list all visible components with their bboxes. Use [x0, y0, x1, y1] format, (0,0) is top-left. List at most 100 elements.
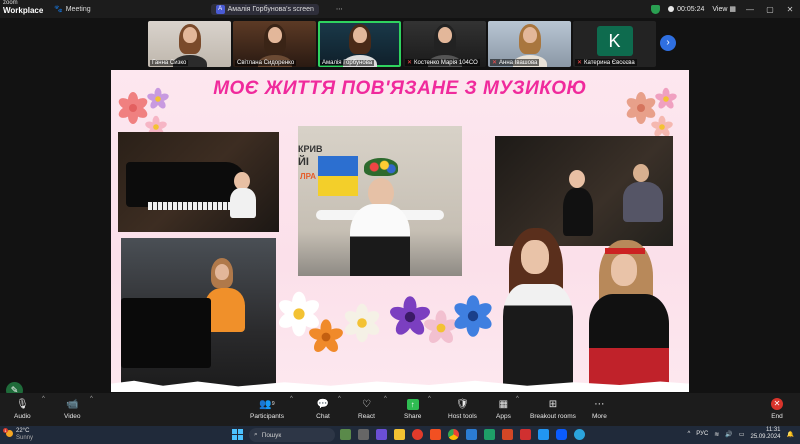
- maps-app-icon[interactable]: [412, 429, 423, 440]
- participant-name-text: Ганна Сизко: [152, 60, 187, 66]
- singer-left: [495, 220, 585, 392]
- search-placeholder: Пошук: [261, 431, 282, 439]
- breakout-rooms-button[interactable]: ⊞ Breakout rooms: [530, 398, 576, 421]
- maximize-icon[interactable]: ▢: [764, 5, 776, 14]
- view-button[interactable]: View ▦: [712, 5, 736, 13]
- singer-outfit: [589, 294, 669, 392]
- windows-start-icon[interactable]: [232, 429, 243, 440]
- apps-button[interactable]: ▦ Apps: [496, 398, 511, 421]
- meeting-controls-toolbar: 🎙 Audio ^ 📹 Video ^ 👥 9 Participants ^ 💬 …: [0, 393, 800, 426]
- chat-options-caret[interactable]: ^: [338, 396, 341, 402]
- participant-tile[interactable]: ✕ Костенко Марія 104СО: [403, 21, 486, 67]
- participant-face: [437, 27, 452, 43]
- chevron-up-icon[interactable]: ^: [687, 431, 690, 437]
- close-icon[interactable]: ✕: [784, 5, 796, 14]
- flower-decoration: [654, 87, 678, 111]
- singer-face: [611, 254, 637, 286]
- share-screen-icon: ↑: [406, 398, 419, 410]
- child-figure: [569, 170, 585, 188]
- participant-face: [182, 27, 197, 43]
- speaker-icon[interactable]: 🔊: [725, 431, 732, 438]
- battery-icon[interactable]: ▭: [739, 431, 745, 438]
- share-options-caret[interactable]: ^: [428, 396, 431, 402]
- file-explorer-icon[interactable]: [394, 429, 405, 440]
- participant-face: [352, 27, 367, 43]
- chat-button[interactable]: 💬 Chat: [316, 398, 330, 421]
- react-options-caret[interactable]: ^: [384, 396, 387, 402]
- security-shield-icon[interactable]: [651, 4, 661, 14]
- singer-face: [521, 240, 549, 274]
- host-tools-button[interactable]: 🛡 Host tools: [448, 398, 477, 421]
- meeting-menu[interactable]: 🐾 Meeting: [54, 5, 91, 14]
- notification-bell-icon[interactable]: 🔔: [787, 431, 794, 438]
- pdf-reader-icon[interactable]: [520, 429, 531, 440]
- taskbar-clock[interactable]: 11:31 25.09.2024: [750, 427, 780, 441]
- flower-decoration: [650, 115, 674, 139]
- participant-tile-active[interactable]: Амалія Горбунова: [318, 21, 401, 67]
- edge-browser-icon[interactable]: [484, 429, 495, 440]
- end-meeting-button[interactable]: ✕ End: [770, 398, 784, 420]
- chat-bubble-icon: 💬: [316, 398, 330, 410]
- chrome-browser-icon[interactable]: [448, 429, 459, 440]
- task-view-icon[interactable]: [358, 429, 369, 440]
- telegram-app-icon[interactable]: [574, 429, 585, 440]
- more-button[interactable]: ⋯ More: [592, 398, 607, 421]
- singer-headband: [605, 248, 645, 254]
- word-app-icon[interactable]: [466, 429, 477, 440]
- muted-mic-icon: ✕: [492, 60, 498, 66]
- share-label: Share: [404, 413, 422, 420]
- participants-button[interactable]: 👥 9 Participants: [250, 398, 284, 421]
- photo-child-at-piano: [118, 132, 279, 232]
- zoom-app-icon[interactable]: [556, 429, 567, 440]
- screen-share-indicator[interactable]: A Амалія Горбунова's screen ⋯: [210, 3, 343, 15]
- more-label: More: [592, 413, 607, 420]
- taskbar-search[interactable]: ⌕ Пошук: [249, 428, 335, 442]
- end-label: End: [771, 413, 783, 420]
- audio-button[interactable]: 🎙 Audio: [14, 398, 31, 421]
- girl-face: [215, 264, 229, 280]
- office-app-icon[interactable]: [430, 429, 441, 440]
- participants-options-caret[interactable]: ^: [290, 396, 293, 402]
- photo-stage-performance: КРИВ ЙІ ЛРА: [298, 126, 462, 276]
- host-tools-label: Host tools: [448, 413, 477, 420]
- photos-app-icon[interactable]: [538, 429, 549, 440]
- weather-widget[interactable]: 1 22°C Sunny: [3, 428, 33, 442]
- video-button[interactable]: 📹 Video: [64, 398, 81, 421]
- next-page-arrow-icon[interactable]: ›: [660, 35, 676, 51]
- react-button[interactable]: ♡ React: [358, 398, 375, 421]
- pianist-figure: [633, 164, 649, 182]
- view-label: View: [712, 6, 728, 13]
- participant-name-text: Анна Івашова: [499, 59, 538, 66]
- more-options-icon[interactable]: ⋯: [336, 5, 343, 13]
- flag-blue: [318, 156, 358, 176]
- wifi-icon[interactable]: ≋: [714, 431, 719, 438]
- participant-tile[interactable]: Ганна Сизко: [148, 21, 231, 67]
- teams-app-icon[interactable]: [376, 429, 387, 440]
- participant-tile[interactable]: Світлана Сидоренко: [233, 21, 316, 67]
- flower-decoration: [116, 92, 150, 124]
- flower-decoration: [307, 319, 345, 355]
- apps-options-caret[interactable]: ^: [516, 396, 519, 402]
- audio-options-caret[interactable]: ^: [42, 396, 45, 402]
- minimize-icon[interactable]: —: [744, 5, 756, 14]
- participant-tile[interactable]: ✕ Анна Івашова: [488, 21, 571, 67]
- sharer-avatar: A: [215, 4, 225, 14]
- zoom-workplace-logo: zoom Workplace: [0, 0, 48, 18]
- share-pill[interactable]: A Амалія Горбунова's screen: [210, 3, 319, 15]
- flower-decoration: [146, 87, 170, 111]
- muted-mic-icon: ✕: [407, 60, 413, 66]
- powerpoint-app-icon[interactable]: [502, 429, 513, 440]
- share-screen-button[interactable]: ↑ Share: [404, 398, 421, 420]
- piano-keys: [148, 202, 238, 210]
- windows-taskbar: 1 22°C Sunny ⌕ Пошук ^ РУС ≋ 🔊 ▭ 11:31 2…: [0, 426, 800, 444]
- child-figure: [230, 188, 256, 218]
- widgets-app-icon[interactable]: [340, 429, 351, 440]
- participant-name-text: Катерина Євсєєва: [584, 59, 635, 66]
- apps-label: Apps: [496, 413, 511, 420]
- video-options-caret[interactable]: ^: [90, 396, 93, 402]
- participant-name: ✕ Катерина Євсєєва: [575, 59, 637, 66]
- language-indicator[interactable]: РУС: [696, 431, 708, 437]
- meeting-timer: 00:05:24: [668, 6, 704, 13]
- participant-tile[interactable]: K ✕ Катерина Євсєєва: [573, 21, 656, 67]
- shared-presentation-slide: МОЄ ЖИТТЯ ПОВ'ЯЗАНЕ З МУЗИКОЮ КРИВ ЙІ ЛР…: [111, 70, 689, 392]
